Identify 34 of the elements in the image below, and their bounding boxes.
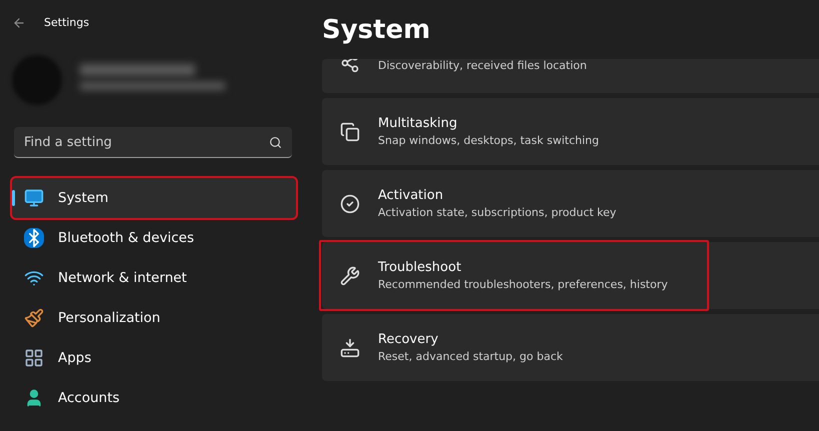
- nav-item[interactable]: System: [12, 178, 296, 218]
- card-title: Recovery: [378, 332, 440, 347]
- page-title: System: [322, 14, 432, 46]
- nav-item[interactable]: Apps: [12, 338, 296, 378]
- share-icon: [340, 59, 360, 73]
- search-field[interactable]: Find a setting: [14, 127, 292, 158]
- card-title: Multitasking: [378, 116, 458, 131]
- card-title: Troubleshoot: [378, 260, 462, 275]
- card-subtitle: Activation state, subscriptions, product key: [378, 206, 616, 219]
- nav-item[interactable]: Personalization: [12, 298, 296, 338]
- paintbrush-icon: [24, 308, 44, 328]
- card-title: Activation: [378, 188, 444, 203]
- card-subtitle: Snap windows, desktops, task switching: [378, 134, 600, 147]
- setting-card[interactable]: Discoverability, received files location: [322, 59, 819, 93]
- card-subtitle: Recommended troubleshooters, preferences, history: [378, 278, 668, 291]
- card-subtitle: Reset, advanced startup, go back: [378, 350, 563, 363]
- card-subtitle: Discoverability, received files location: [378, 59, 587, 72]
- nav-item[interactable]: Accounts: [12, 378, 296, 418]
- selection-bar: [12, 190, 15, 206]
- wrench-icon: [340, 266, 360, 286]
- nav-item[interactable]: Network & internet: [12, 258, 296, 298]
- bluetooth-icon: [24, 228, 44, 248]
- setting-card[interactable]: Recovery Reset, advanced startup, go back: [322, 314, 819, 381]
- search-icon: [269, 136, 282, 149]
- setting-card[interactable]: Troubleshoot Recommended troubleshooters, preferences, history: [322, 242, 819, 309]
- monitor-icon: [24, 188, 44, 208]
- windows-icon: [340, 122, 360, 142]
- apps-grid-icon: [24, 348, 44, 368]
- setting-card[interactable]: Activation Activation state, subscriptions, product key: [322, 170, 819, 237]
- recovery-icon: [340, 338, 360, 358]
- window-title: Settings: [44, 16, 90, 29]
- nav-item[interactable]: Bluetooth & devices: [12, 218, 296, 258]
- check-circle-icon: [340, 194, 360, 214]
- setting-card[interactable]: Multitasking Snap windows, desktops, task switching: [322, 98, 819, 165]
